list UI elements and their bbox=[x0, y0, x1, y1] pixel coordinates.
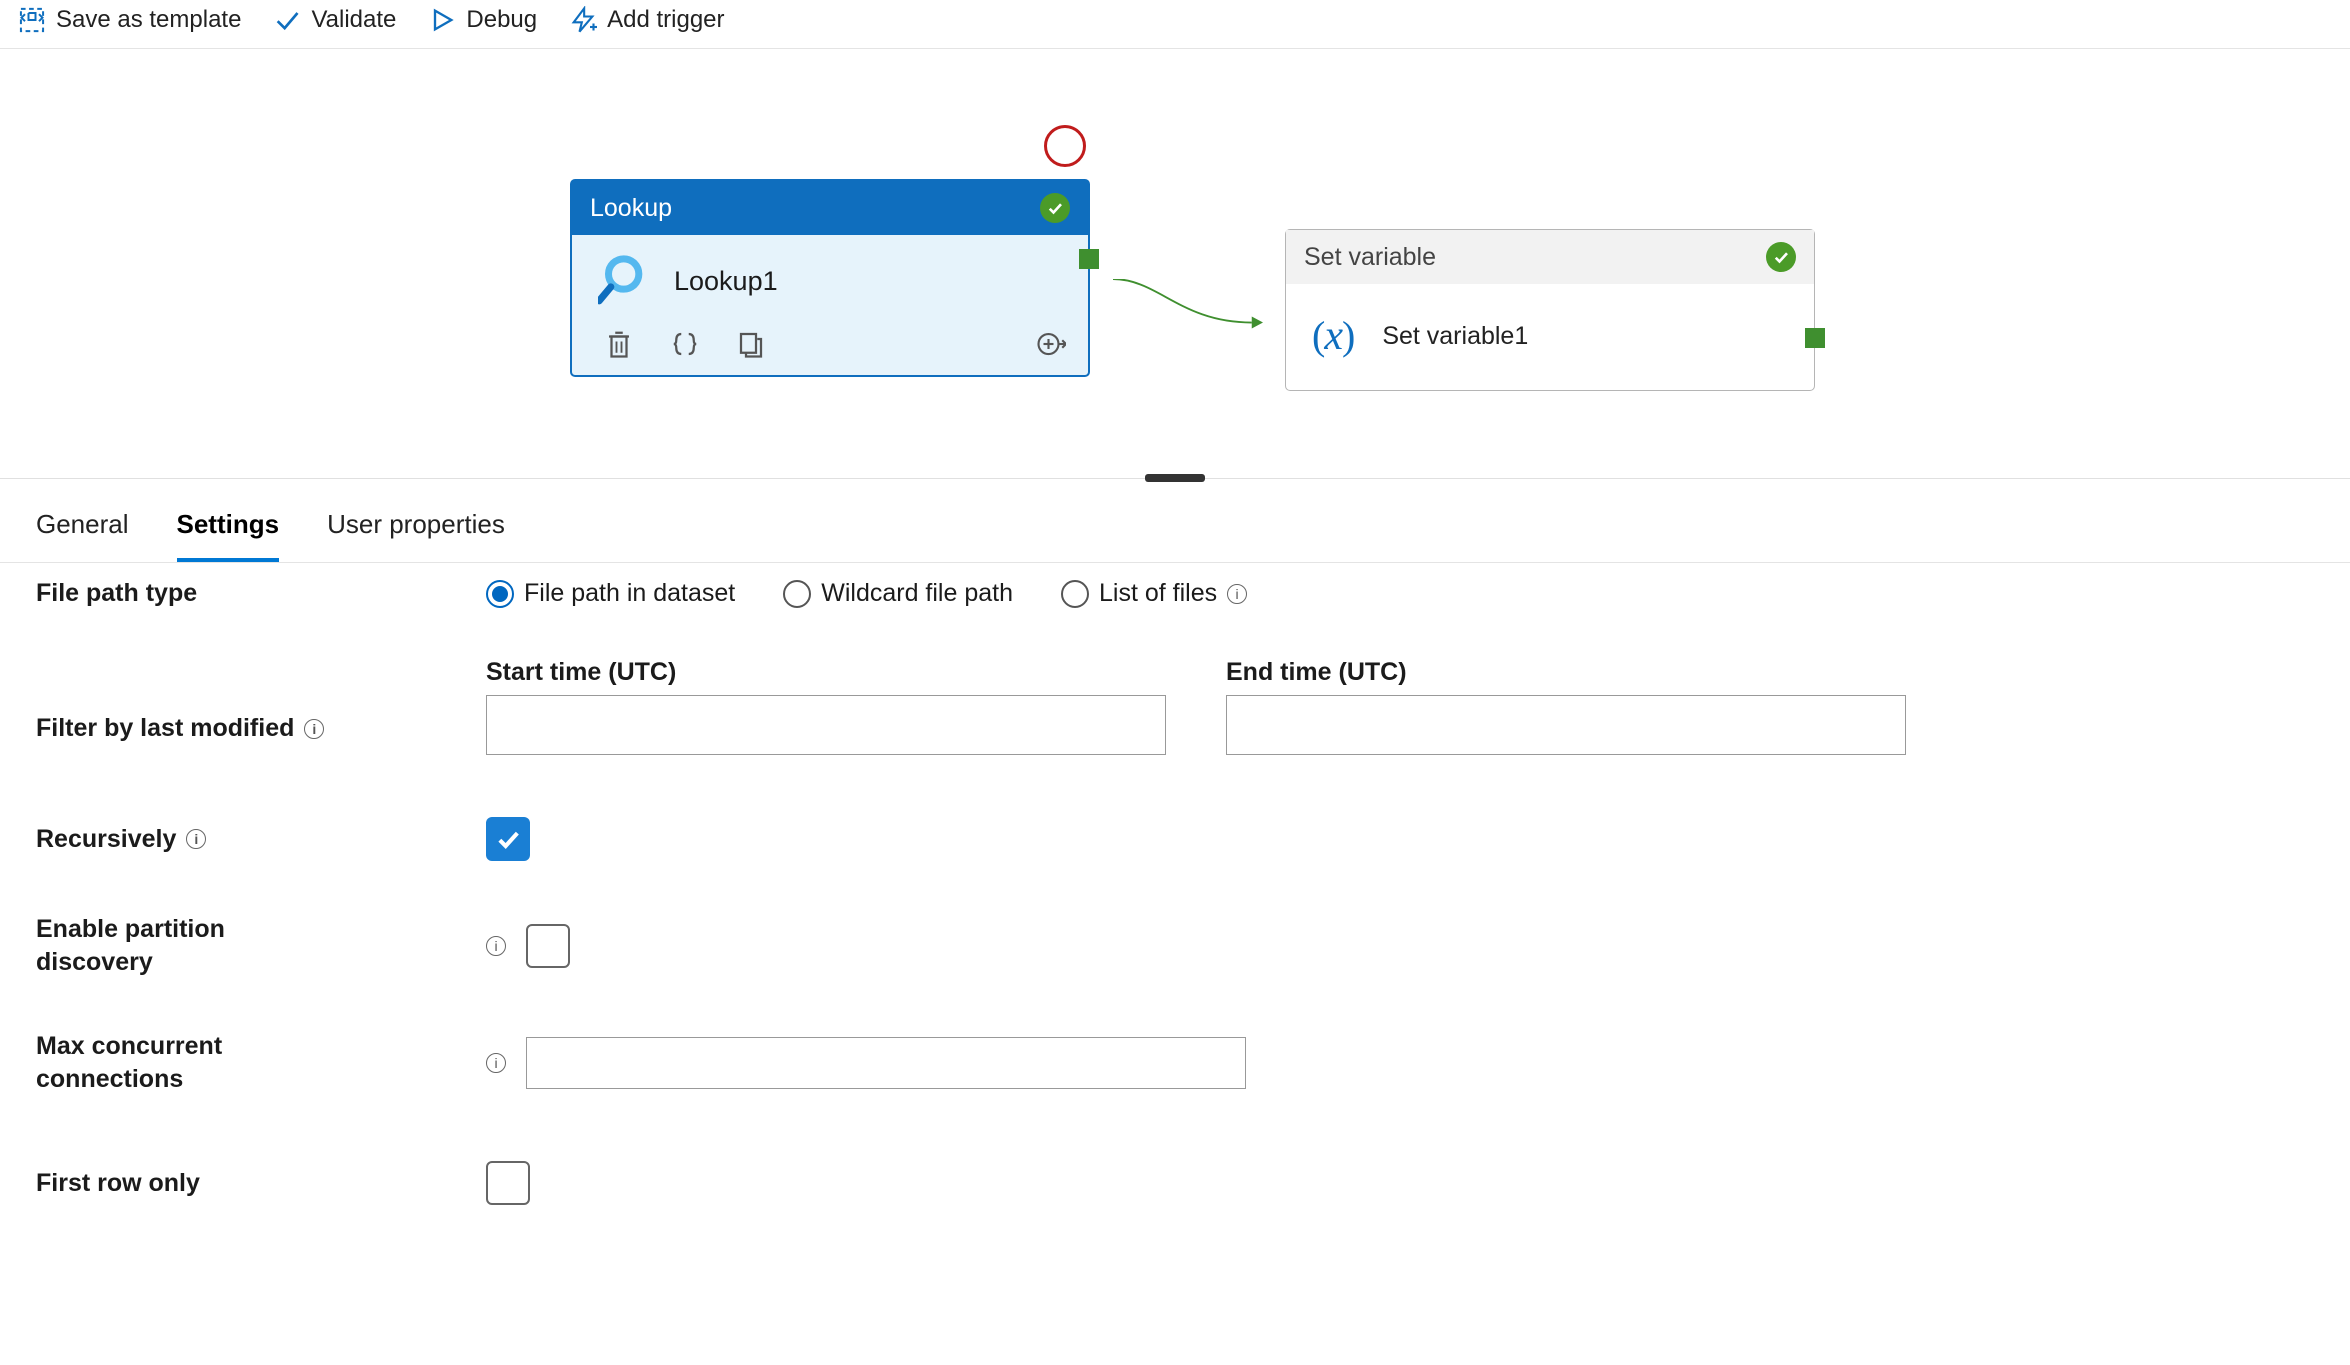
label-recursively: Recursively i bbox=[36, 825, 486, 854]
tab-general[interactable]: General bbox=[36, 509, 129, 562]
radio-label: Wildcard file path bbox=[821, 579, 1013, 608]
save-template-label: Save as template bbox=[56, 6, 241, 34]
info-icon[interactable]: i bbox=[304, 719, 324, 739]
tab-settings[interactable]: Settings bbox=[177, 509, 280, 562]
label-first-row-only: First row only bbox=[36, 1169, 486, 1198]
validation-ok-icon bbox=[1766, 242, 1796, 272]
activity-set-variable-header: Set variable bbox=[1286, 230, 1814, 284]
play-icon bbox=[428, 6, 456, 34]
output-port[interactable] bbox=[1805, 328, 1825, 348]
activity-lookup[interactable]: Lookup Lookup1 bbox=[570, 179, 1090, 377]
input-max-connections[interactable] bbox=[526, 1037, 1246, 1089]
info-icon[interactable]: i bbox=[1227, 584, 1247, 604]
validate-button[interactable]: Validate bbox=[273, 6, 396, 34]
activity-lookup-type: Lookup bbox=[590, 194, 672, 223]
save-template-icon bbox=[18, 6, 46, 34]
label-end-time: End time (UTC) bbox=[1226, 658, 1906, 687]
validate-label: Validate bbox=[311, 6, 396, 34]
debug-button[interactable]: Debug bbox=[428, 6, 537, 34]
info-icon[interactable]: i bbox=[486, 936, 506, 956]
tab-user-properties[interactable]: User properties bbox=[327, 509, 505, 562]
validation-ok-icon bbox=[1040, 193, 1070, 223]
row-partition-discovery: Enable partition discovery i bbox=[36, 905, 2314, 978]
info-icon[interactable]: i bbox=[486, 1053, 506, 1073]
copy-icon[interactable] bbox=[736, 329, 766, 359]
row-first-row-only: First row only bbox=[36, 1153, 2314, 1205]
activity-lookup-actions bbox=[572, 319, 1088, 375]
lightning-icon bbox=[569, 6, 597, 34]
radio-file-path-in-dataset[interactable]: File path in dataset bbox=[486, 579, 735, 608]
row-filter-by-modified: Filter by last modified i Start time (UT… bbox=[36, 658, 2314, 755]
add-output-icon[interactable] bbox=[1036, 329, 1066, 359]
activity-set-variable-type: Set variable bbox=[1304, 243, 1436, 272]
checkbox-first-row-only[interactable] bbox=[486, 1161, 530, 1205]
add-trigger-button[interactable]: Add trigger bbox=[569, 6, 724, 34]
label-filter-by-modified: Filter by last modified i bbox=[36, 658, 486, 755]
label-max-connections: Max concurrent connections bbox=[36, 1030, 486, 1095]
connector-arrow[interactable] bbox=[1088, 279, 1288, 339]
property-tabs: General Settings User properties bbox=[0, 479, 2350, 563]
row-recursively: Recursively i bbox=[36, 809, 2314, 861]
checkbox-partition-discovery[interactable] bbox=[526, 924, 570, 968]
row-file-path-type: File path type File path in dataset Wild… bbox=[36, 575, 2314, 608]
toolbar: Save as template Validate Debug Add trig… bbox=[0, 0, 2350, 49]
activity-lookup-header: Lookup bbox=[572, 181, 1088, 235]
breakpoint-indicator[interactable] bbox=[1044, 125, 1086, 167]
row-max-connections: Max concurrent connections i bbox=[36, 1022, 2314, 1095]
radio-label: File path in dataset bbox=[524, 579, 735, 608]
lookup-icon bbox=[598, 253, 654, 309]
activity-set-variable-body: (x) Set variable1 bbox=[1286, 284, 1814, 390]
settings-panel: File path type File path in dataset Wild… bbox=[0, 575, 2350, 1245]
activity-lookup-body: Lookup1 bbox=[572, 235, 1088, 319]
label-file-path-type: File path type bbox=[36, 579, 486, 608]
file-path-type-options: File path in dataset Wildcard file path … bbox=[486, 579, 1281, 608]
activity-lookup-name: Lookup1 bbox=[674, 266, 778, 297]
input-end-time[interactable] bbox=[1226, 695, 1906, 755]
activity-set-variable-name: Set variable1 bbox=[1382, 322, 1528, 351]
radio-wildcard-file-path[interactable]: Wildcard file path bbox=[783, 579, 1013, 608]
input-start-time[interactable] bbox=[486, 695, 1166, 755]
label-start-time: Start time (UTC) bbox=[486, 658, 1166, 687]
variable-icon: (x) bbox=[1312, 312, 1354, 360]
output-port[interactable] bbox=[1079, 249, 1099, 269]
delete-icon[interactable] bbox=[604, 329, 634, 359]
panel-resize-handle[interactable] bbox=[1145, 474, 1205, 482]
checkbox-recursively[interactable] bbox=[486, 817, 530, 861]
radio-label: List of files bbox=[1099, 579, 1217, 608]
radio-list-of-files[interactable]: List of files i bbox=[1061, 579, 1247, 608]
add-trigger-label: Add trigger bbox=[607, 6, 724, 34]
end-time-column: End time (UTC) bbox=[1226, 658, 1906, 755]
pipeline-canvas[interactable]: Lookup Lookup1 bbox=[0, 49, 2350, 479]
save-template-button[interactable]: Save as template bbox=[18, 6, 241, 34]
braces-icon[interactable] bbox=[670, 329, 700, 359]
start-time-column: Start time (UTC) bbox=[486, 658, 1166, 755]
check-icon bbox=[273, 6, 301, 34]
activity-set-variable[interactable]: Set variable (x) Set variable1 bbox=[1285, 229, 1815, 391]
debug-label: Debug bbox=[466, 6, 537, 34]
info-icon[interactable]: i bbox=[186, 829, 206, 849]
label-partition-discovery: Enable partition discovery bbox=[36, 913, 486, 978]
